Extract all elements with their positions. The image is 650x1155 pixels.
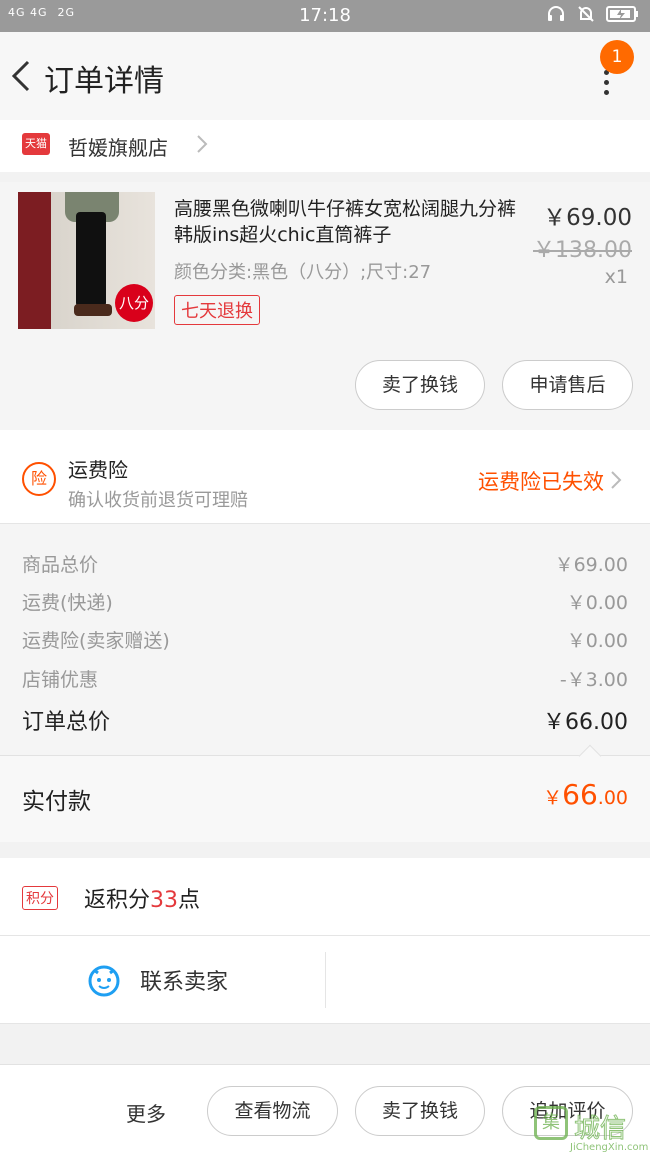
status-bar: 4G 4G 2G 17:18 — [0, 0, 650, 32]
amount-integer: 66 — [562, 778, 598, 811]
watermark-logo: 集 — [534, 1106, 568, 1140]
headset-icon — [548, 6, 564, 21]
page-title: 订单详情 — [44, 64, 164, 99]
cost-label: 运费(快递) — [22, 592, 113, 614]
insurance-subtitle: 确认收货前退货可理赔 — [68, 490, 248, 511]
original-price: ￥138.00 — [533, 238, 632, 263]
refund-badge: 七天退换 — [174, 295, 260, 325]
more-menu-icon[interactable] — [594, 70, 618, 98]
shipping-insurance-row[interactable]: 险 运费险 确认收货前退货可理赔 运费险已失效 — [0, 430, 650, 524]
order-item[interactable]: 八分 高腰黑色微喇叭牛仔裤女宽松阔腿九分裤韩版ins超火chic直筒裤子 颜色分… — [0, 182, 650, 430]
cost-breakdown: 商品总价 ￥69.00 运费(快递) ￥0.00 运费险(卖家赠送) ￥0.00… — [0, 524, 650, 756]
insurance-icon: 险 — [22, 462, 56, 496]
insurance-status: 运费险已失效 — [478, 470, 604, 494]
cost-value: ￥69.00 — [554, 554, 628, 576]
points-tag: 积分 — [22, 886, 58, 910]
nav-bar: 订单详情 1 — [0, 32, 650, 120]
cost-row: 商品总价 ￥69.00 — [22, 550, 628, 580]
actual-payment-row: 实付款 ￥66.00 — [0, 744, 650, 842]
shop-name: 哲媛旗舰店 — [68, 136, 168, 160]
cost-label: 店铺优惠 — [22, 669, 99, 691]
contact-seller-button[interactable]: 联系卖家 — [140, 964, 228, 996]
contact-seller-icon[interactable] — [86, 962, 122, 998]
order-total-value: ￥66.00 — [543, 710, 628, 735]
actual-payment-label: 实付款 — [22, 789, 91, 815]
cost-row: 运费险(卖家赠送) ￥0.00 — [22, 626, 628, 656]
order-total-row: 订单总价 ￥66.00 — [22, 704, 628, 738]
chevron-right-icon — [611, 471, 622, 489]
product-thumbnail[interactable]: 八分 — [18, 192, 155, 329]
currency-symbol: ￥ — [543, 787, 563, 809]
product-spec: 颜色分类:黑色（八分）;尺寸:27 — [174, 262, 432, 283]
cost-value: -￥3.00 — [559, 669, 628, 691]
points-text: 返积分33点 — [84, 882, 200, 914]
cost-row: 店铺优惠 -￥3.00 — [22, 665, 628, 695]
amount-decimal: .00 — [597, 787, 628, 809]
contact-row: 联系卖家 — [0, 936, 650, 1024]
points-row: 积分 返积分33点 — [0, 858, 650, 936]
sell-for-cash-button[interactable]: 卖了换钱 — [355, 360, 485, 410]
cost-row: 运费(快递) ￥0.00 — [22, 588, 628, 618]
points-suffix: 点 — [178, 888, 201, 913]
thumb-tag: 八分 — [115, 284, 153, 322]
notification-badge: 1 — [600, 40, 634, 74]
cost-label: 运费险(卖家赠送) — [22, 630, 170, 652]
sell-for-cash-button[interactable]: 卖了换钱 — [355, 1086, 485, 1136]
apply-after-sale-button[interactable]: 申请售后 — [502, 360, 633, 410]
battery-icon — [606, 6, 638, 22]
divider — [325, 952, 326, 1008]
view-logistics-button[interactable]: 查看物流 — [207, 1086, 338, 1136]
points-prefix: 返积分 — [84, 888, 151, 913]
product-price: ￥69.00 — [543, 205, 632, 231]
watermark-url: JiChengXin.com — [570, 1142, 649, 1153]
order-total-label: 订单总价 — [22, 710, 111, 735]
shop-row[interactable]: 天猫 哲媛旗舰店 — [0, 120, 650, 172]
points-number: 33 — [150, 888, 179, 913]
bell-off-icon — [578, 6, 594, 22]
watermark-text: 城信 — [573, 1114, 627, 1145]
status-icons — [546, 4, 640, 24]
watermark: 集 城信 JiChengXin.com — [530, 1104, 650, 1155]
insurance-title: 运费险 — [68, 458, 128, 482]
cost-value: ￥0.00 — [566, 630, 628, 652]
product-quantity: x1 — [604, 266, 628, 288]
more-button[interactable]: 更多 — [126, 1098, 166, 1127]
cost-label: 商品总价 — [22, 554, 99, 576]
cost-value: ￥0.00 — [566, 592, 628, 614]
tmall-logo: 天猫 — [22, 133, 50, 155]
back-icon[interactable] — [6, 56, 36, 96]
product-title[interactable]: 高腰黑色微喇叭牛仔裤女宽松阔腿九分裤韩版ins超火chic直筒裤子 — [174, 196, 526, 248]
actual-payment-amount: ￥66.00 — [543, 778, 628, 811]
chevron-right-icon — [197, 135, 208, 153]
